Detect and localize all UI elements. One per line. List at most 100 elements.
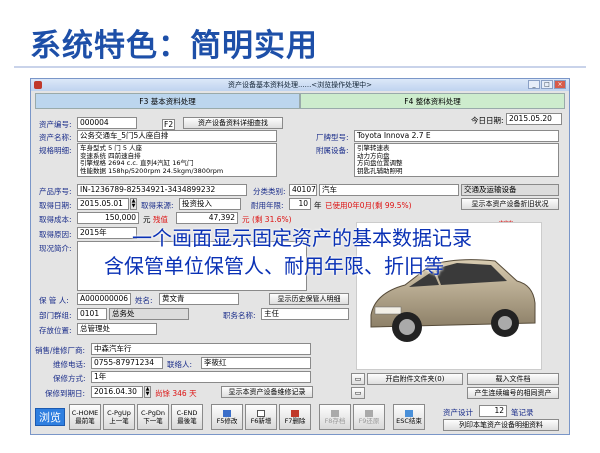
add-button[interactable]: F6新增 bbox=[245, 404, 277, 430]
dept-name-field: 总务处 bbox=[109, 308, 189, 320]
today-field[interactable]: 2015.05.20 bbox=[506, 113, 562, 125]
life-used-text: 已使用0年0月(剩 99.5%) bbox=[325, 201, 412, 210]
minimize-button[interactable]: _ bbox=[528, 80, 540, 89]
edit-label: F5修改 bbox=[216, 416, 238, 425]
show-repair-button[interactable]: 显示本资产设备维修记录 bbox=[221, 386, 313, 398]
job-title-label: 职务名称: bbox=[223, 311, 256, 320]
spec-textarea[interactable]: 车身型式 5 门 5 人座 变速系统 四前速自排 引擎规格 2694 c.c. … bbox=[77, 143, 277, 177]
delete-button[interactable]: F7删除 bbox=[279, 404, 311, 430]
edit-icon bbox=[223, 409, 231, 417]
status-label: 现况简介: bbox=[39, 244, 72, 253]
life-field[interactable]: 10 bbox=[289, 198, 311, 210]
tab-overall[interactable]: F4 整体资料处理 bbox=[300, 93, 565, 109]
maximize-button[interactable]: □ bbox=[541, 80, 553, 89]
next-record-button[interactable]: C-PgDn 下一笔 bbox=[137, 404, 169, 430]
warranty-label: 保修方式: bbox=[53, 374, 86, 383]
total-count-field: 12 bbox=[479, 405, 507, 417]
brand-field[interactable]: Toyota Innova 2.7 E bbox=[354, 130, 559, 142]
exit-button[interactable]: ESC结束 bbox=[393, 404, 425, 430]
keeper-name-field: 黄文青 bbox=[159, 293, 239, 305]
vendor-field[interactable]: 中森汽车行 bbox=[91, 343, 311, 355]
restore-label: F9还原 bbox=[358, 416, 380, 425]
copy-icon[interactable]: ▭ bbox=[351, 387, 365, 399]
serial-label: 产品序号: bbox=[39, 187, 72, 196]
add-label: F6新增 bbox=[250, 416, 272, 425]
slide-title: 系统特色：简明实用 bbox=[30, 28, 318, 64]
new-document-icon bbox=[257, 409, 265, 417]
category-code-field[interactable]: 40107 bbox=[289, 184, 317, 196]
warranty-end-label: 保修到期日: bbox=[45, 389, 86, 398]
reason-field[interactable]: 2015年 bbox=[77, 227, 137, 239]
serial-field[interactable]: IN-1236789-82534921-3434899232 bbox=[77, 184, 247, 196]
next-record-label: 下一笔 bbox=[143, 417, 163, 425]
prev-record-label: 上一笔 bbox=[109, 417, 129, 425]
save-button[interactable]: F8存档 bbox=[319, 404, 351, 430]
warranty-remaining-text: 尚馀 346 天 bbox=[155, 389, 197, 398]
contact-field[interactable]: 李筱红 bbox=[201, 357, 311, 369]
phone-label: 维修电话: bbox=[53, 360, 86, 369]
generate-sequence-button[interactable]: 产生连续编号的相同资产 bbox=[467, 387, 559, 399]
folder-icon[interactable]: ▭ bbox=[351, 373, 365, 385]
accessory-label: 附属设备: bbox=[316, 146, 349, 155]
acq-source-select[interactable]: 投资投入 bbox=[179, 198, 241, 210]
load-file-button[interactable]: 载入文件档 bbox=[467, 373, 559, 385]
acq-date-spinner[interactable]: ▲ ▼ bbox=[130, 198, 137, 210]
location-field[interactable]: 总管理处 bbox=[77, 323, 157, 335]
exit-icon bbox=[405, 409, 413, 417]
spec-line: 性能数据 158hp/5200rpm 24.5kgm/3800rpm bbox=[80, 166, 224, 175]
asset-no-label: 资产编号: bbox=[39, 120, 72, 129]
warranty-end-spinner[interactable]: ▲ ▼ bbox=[144, 386, 151, 398]
accessory-textarea[interactable]: 引擎转速表 动力方向盘 方向盘位置调整 钥匙孔辅助照明 bbox=[354, 143, 559, 177]
close-button[interactable]: × bbox=[554, 80, 566, 89]
brand-label: 厂牌型号: bbox=[316, 133, 349, 142]
asset-name-field[interactable]: 公务交通车_5门5人座自排 bbox=[77, 130, 277, 142]
tab-basic[interactable]: F3 基本资料处理 bbox=[35, 93, 300, 109]
restore-icon bbox=[365, 409, 373, 417]
job-title-field: 主任 bbox=[261, 308, 349, 320]
total-label: 资产设计 bbox=[443, 408, 473, 417]
delete-icon bbox=[291, 409, 299, 417]
keeper-label: 保 管 人: bbox=[39, 296, 69, 305]
browse-mode-button[interactable]: 浏览 bbox=[35, 408, 65, 426]
exit-label: ESC结束 bbox=[396, 416, 422, 425]
show-depreciation-button[interactable]: 显示本资产设备折旧状况 bbox=[461, 198, 559, 210]
life-unit: 年 bbox=[314, 201, 322, 210]
dept-code-field[interactable]: 0101 bbox=[77, 308, 107, 320]
total-unit: 笔记录 bbox=[511, 408, 534, 417]
delete-label: F7删除 bbox=[284, 416, 306, 425]
cost-field[interactable]: 150,000 bbox=[77, 212, 139, 224]
open-attachment-button[interactable]: 开启附件文件夹(0) bbox=[367, 373, 463, 385]
app-icon bbox=[34, 81, 42, 89]
cost-label: 取得成本: bbox=[39, 215, 72, 224]
asset-no-field[interactable]: 000004 bbox=[77, 117, 137, 129]
first-record-button[interactable]: C-HOME 最前笔 bbox=[69, 404, 101, 430]
warranty-field[interactable]: 1年 bbox=[91, 371, 311, 383]
warranty-end-field[interactable]: 2016.04.30 bbox=[91, 386, 143, 398]
keeper-field[interactable]: A000000006 bbox=[77, 293, 131, 305]
last-record-key: C-END bbox=[176, 409, 198, 417]
print-detail-button[interactable]: 列印本笔资产设备明细资料 bbox=[443, 419, 559, 431]
location-label: 存放位置: bbox=[39, 326, 72, 335]
prev-record-button[interactable]: C-PgUp 上一笔 bbox=[103, 404, 135, 430]
vendor-label: 销售/维修厂商: bbox=[35, 346, 86, 355]
last-record-label: 最後笔 bbox=[177, 417, 197, 425]
life-label: 耐用年限: bbox=[251, 201, 284, 210]
window-titlebar: 资产设备基本资料处理......<浏览操作处理中> _ □ × bbox=[31, 79, 569, 91]
restore-button[interactable]: F9还原 bbox=[353, 404, 385, 430]
keeper-name-label: 姓名: bbox=[135, 296, 153, 305]
category-name-field[interactable]: 汽车 bbox=[319, 184, 459, 196]
detail-query-button[interactable]: 资产设备资料详细查找 bbox=[183, 117, 283, 129]
overlay-caption-2: 含保管单位保管人、耐用年限、折旧等 bbox=[104, 254, 444, 278]
spec-label: 规格明细: bbox=[39, 146, 72, 155]
acq-date-field[interactable]: 2015.05.01 bbox=[77, 198, 129, 210]
keeper-history-button[interactable]: 显示历史保管人明细 bbox=[269, 293, 349, 305]
title-divider bbox=[14, 66, 586, 68]
phone-field[interactable]: 0755-87971234 bbox=[91, 357, 163, 369]
first-record-label: 最前笔 bbox=[75, 417, 95, 425]
edit-button[interactable]: F5修改 bbox=[211, 404, 243, 430]
last-record-button[interactable]: C-END 最後笔 bbox=[171, 404, 203, 430]
first-record-key: C-HOME bbox=[71, 409, 99, 417]
acq-date-label: 取得日期: bbox=[39, 201, 72, 210]
category-label: 分类类别: bbox=[253, 187, 286, 196]
contact-label: 联络人: bbox=[167, 360, 193, 369]
